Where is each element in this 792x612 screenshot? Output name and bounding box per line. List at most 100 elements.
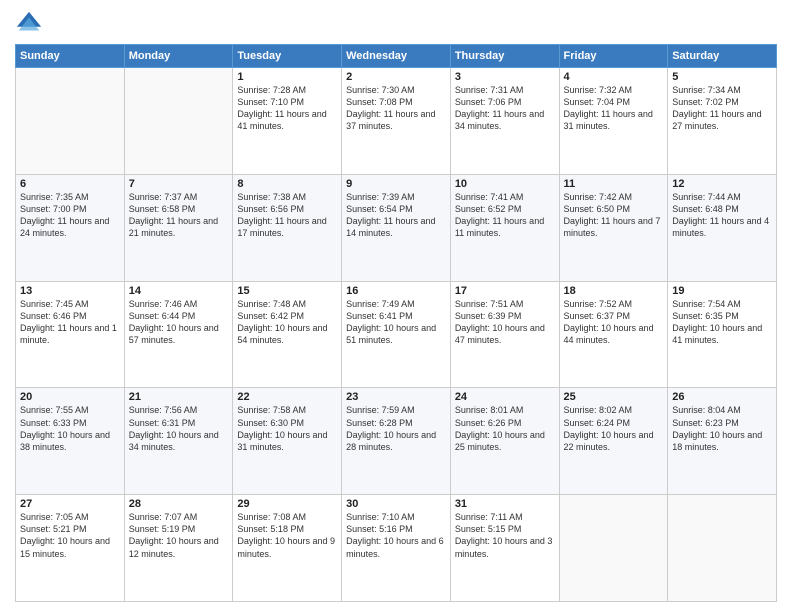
page: SundayMondayTuesdayWednesdayThursdayFrid… [0, 0, 792, 612]
calendar-cell: 29Sunrise: 7:08 AM Sunset: 5:18 PM Dayli… [233, 495, 342, 602]
calendar-cell: 31Sunrise: 7:11 AM Sunset: 5:15 PM Dayli… [450, 495, 559, 602]
day-number: 25 [564, 391, 664, 403]
calendar-cell: 18Sunrise: 7:52 AM Sunset: 6:37 PM Dayli… [559, 281, 668, 388]
calendar-cell: 12Sunrise: 7:44 AM Sunset: 6:48 PM Dayli… [668, 174, 777, 281]
calendar-cell: 23Sunrise: 7:59 AM Sunset: 6:28 PM Dayli… [342, 388, 451, 495]
weekday-header-monday: Monday [124, 45, 233, 68]
calendar-cell: 2Sunrise: 7:30 AM Sunset: 7:08 PM Daylig… [342, 68, 451, 175]
day-number: 3 [455, 71, 555, 83]
weekday-header-tuesday: Tuesday [233, 45, 342, 68]
day-number: 15 [237, 285, 337, 297]
day-number: 13 [20, 285, 120, 297]
day-info: Sunrise: 7:39 AM Sunset: 6:54 PM Dayligh… [346, 191, 446, 240]
day-info: Sunrise: 7:07 AM Sunset: 5:19 PM Dayligh… [129, 511, 229, 560]
calendar-cell: 1Sunrise: 7:28 AM Sunset: 7:10 PM Daylig… [233, 68, 342, 175]
day-number: 23 [346, 391, 446, 403]
day-number: 20 [20, 391, 120, 403]
day-number: 8 [237, 178, 337, 190]
day-info: Sunrise: 7:56 AM Sunset: 6:31 PM Dayligh… [129, 404, 229, 453]
day-number: 27 [20, 498, 120, 510]
week-row-2: 6Sunrise: 7:35 AM Sunset: 7:00 PM Daylig… [16, 174, 777, 281]
calendar-cell [124, 68, 233, 175]
day-info: Sunrise: 7:59 AM Sunset: 6:28 PM Dayligh… [346, 404, 446, 453]
day-number: 10 [455, 178, 555, 190]
day-number: 7 [129, 178, 229, 190]
day-info: Sunrise: 7:41 AM Sunset: 6:52 PM Dayligh… [455, 191, 555, 240]
weekday-header-sunday: Sunday [16, 45, 125, 68]
day-info: Sunrise: 7:11 AM Sunset: 5:15 PM Dayligh… [455, 511, 555, 560]
calendar-cell: 24Sunrise: 8:01 AM Sunset: 6:26 PM Dayli… [450, 388, 559, 495]
day-info: Sunrise: 7:54 AM Sunset: 6:35 PM Dayligh… [672, 298, 772, 347]
calendar-cell: 11Sunrise: 7:42 AM Sunset: 6:50 PM Dayli… [559, 174, 668, 281]
calendar-cell: 10Sunrise: 7:41 AM Sunset: 6:52 PM Dayli… [450, 174, 559, 281]
day-info: Sunrise: 7:42 AM Sunset: 6:50 PM Dayligh… [564, 191, 664, 240]
day-info: Sunrise: 7:31 AM Sunset: 7:06 PM Dayligh… [455, 84, 555, 133]
day-info: Sunrise: 7:05 AM Sunset: 5:21 PM Dayligh… [20, 511, 120, 560]
calendar-cell [668, 495, 777, 602]
calendar-cell: 8Sunrise: 7:38 AM Sunset: 6:56 PM Daylig… [233, 174, 342, 281]
day-number: 16 [346, 285, 446, 297]
calendar-cell [559, 495, 668, 602]
day-info: Sunrise: 7:45 AM Sunset: 6:46 PM Dayligh… [20, 298, 120, 347]
weekday-header-friday: Friday [559, 45, 668, 68]
weekday-header-wednesday: Wednesday [342, 45, 451, 68]
calendar-cell: 13Sunrise: 7:45 AM Sunset: 6:46 PM Dayli… [16, 281, 125, 388]
calendar-cell: 16Sunrise: 7:49 AM Sunset: 6:41 PM Dayli… [342, 281, 451, 388]
day-number: 12 [672, 178, 772, 190]
day-number: 22 [237, 391, 337, 403]
calendar-cell: 21Sunrise: 7:56 AM Sunset: 6:31 PM Dayli… [124, 388, 233, 495]
day-info: Sunrise: 7:52 AM Sunset: 6:37 PM Dayligh… [564, 298, 664, 347]
calendar-cell [16, 68, 125, 175]
week-row-1: 1Sunrise: 7:28 AM Sunset: 7:10 PM Daylig… [16, 68, 777, 175]
day-info: Sunrise: 7:30 AM Sunset: 7:08 PM Dayligh… [346, 84, 446, 133]
day-number: 19 [672, 285, 772, 297]
weekday-header-row: SundayMondayTuesdayWednesdayThursdayFrid… [16, 45, 777, 68]
day-info: Sunrise: 8:01 AM Sunset: 6:26 PM Dayligh… [455, 404, 555, 453]
day-info: Sunrise: 7:49 AM Sunset: 6:41 PM Dayligh… [346, 298, 446, 347]
calendar-cell: 27Sunrise: 7:05 AM Sunset: 5:21 PM Dayli… [16, 495, 125, 602]
day-number: 31 [455, 498, 555, 510]
calendar-cell: 5Sunrise: 7:34 AM Sunset: 7:02 PM Daylig… [668, 68, 777, 175]
day-info: Sunrise: 7:08 AM Sunset: 5:18 PM Dayligh… [237, 511, 337, 560]
day-info: Sunrise: 7:46 AM Sunset: 6:44 PM Dayligh… [129, 298, 229, 347]
calendar-cell: 9Sunrise: 7:39 AM Sunset: 6:54 PM Daylig… [342, 174, 451, 281]
day-info: Sunrise: 8:02 AM Sunset: 6:24 PM Dayligh… [564, 404, 664, 453]
calendar-cell: 14Sunrise: 7:46 AM Sunset: 6:44 PM Dayli… [124, 281, 233, 388]
day-number: 17 [455, 285, 555, 297]
calendar-cell: 25Sunrise: 8:02 AM Sunset: 6:24 PM Dayli… [559, 388, 668, 495]
logo [15, 10, 47, 38]
weekday-header-thursday: Thursday [450, 45, 559, 68]
day-number: 6 [20, 178, 120, 190]
calendar-cell: 19Sunrise: 7:54 AM Sunset: 6:35 PM Dayli… [668, 281, 777, 388]
day-info: Sunrise: 8:04 AM Sunset: 6:23 PM Dayligh… [672, 404, 772, 453]
calendar-cell: 3Sunrise: 7:31 AM Sunset: 7:06 PM Daylig… [450, 68, 559, 175]
calendar-cell: 22Sunrise: 7:58 AM Sunset: 6:30 PM Dayli… [233, 388, 342, 495]
day-number: 30 [346, 498, 446, 510]
day-number: 26 [672, 391, 772, 403]
day-number: 29 [237, 498, 337, 510]
calendar-cell: 28Sunrise: 7:07 AM Sunset: 5:19 PM Dayli… [124, 495, 233, 602]
day-number: 21 [129, 391, 229, 403]
day-info: Sunrise: 7:35 AM Sunset: 7:00 PM Dayligh… [20, 191, 120, 240]
day-info: Sunrise: 7:10 AM Sunset: 5:16 PM Dayligh… [346, 511, 446, 560]
week-row-5: 27Sunrise: 7:05 AM Sunset: 5:21 PM Dayli… [16, 495, 777, 602]
logo-icon [15, 10, 43, 38]
day-number: 18 [564, 285, 664, 297]
calendar-cell: 26Sunrise: 8:04 AM Sunset: 6:23 PM Dayli… [668, 388, 777, 495]
weekday-header-saturday: Saturday [668, 45, 777, 68]
calendar-cell: 15Sunrise: 7:48 AM Sunset: 6:42 PM Dayli… [233, 281, 342, 388]
day-info: Sunrise: 7:51 AM Sunset: 6:39 PM Dayligh… [455, 298, 555, 347]
day-info: Sunrise: 7:34 AM Sunset: 7:02 PM Dayligh… [672, 84, 772, 133]
day-number: 24 [455, 391, 555, 403]
header [15, 10, 777, 38]
calendar-cell: 4Sunrise: 7:32 AM Sunset: 7:04 PM Daylig… [559, 68, 668, 175]
day-number: 28 [129, 498, 229, 510]
day-number: 1 [237, 71, 337, 83]
day-info: Sunrise: 7:58 AM Sunset: 6:30 PM Dayligh… [237, 404, 337, 453]
day-number: 14 [129, 285, 229, 297]
calendar-cell: 20Sunrise: 7:55 AM Sunset: 6:33 PM Dayli… [16, 388, 125, 495]
day-number: 4 [564, 71, 664, 83]
day-number: 11 [564, 178, 664, 190]
day-info: Sunrise: 7:38 AM Sunset: 6:56 PM Dayligh… [237, 191, 337, 240]
day-info: Sunrise: 7:37 AM Sunset: 6:58 PM Dayligh… [129, 191, 229, 240]
